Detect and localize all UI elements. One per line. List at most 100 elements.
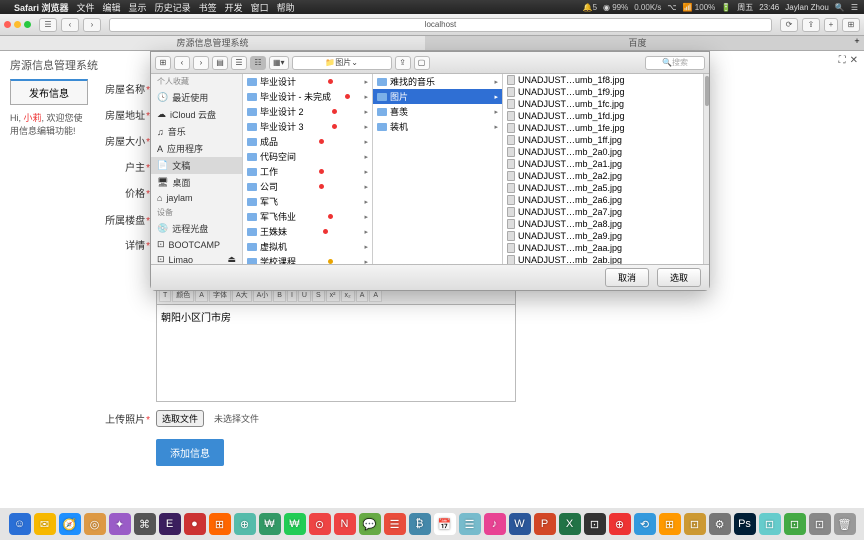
status-notif-icon[interactable]: 🔔5 — [583, 3, 597, 12]
share-icon[interactable]: ⇪ — [802, 18, 820, 32]
file-item[interactable]: UNADJUST…mb_2a7.jpg — [503, 206, 703, 218]
file-item[interactable]: UNADJUST…mb_2a1.jpg — [503, 158, 703, 170]
dock-app[interactable]: ✦ — [109, 513, 131, 535]
file-item[interactable]: UNADJUST…mb_2a0.jpg — [503, 146, 703, 158]
sidebar-item[interactable]: ☁iCloud 云盘 — [151, 106, 242, 123]
dock-app[interactable]: ⊞ — [209, 513, 231, 535]
folder-item[interactable]: 学校课程▸ — [243, 254, 372, 264]
dock-app[interactable]: Ps — [734, 513, 756, 535]
dock-app[interactable]: ₿ — [409, 513, 431, 535]
file-item[interactable]: UNADJUST…mb_2a5.jpg — [503, 182, 703, 194]
picker-search[interactable]: 🔍 搜索 — [645, 56, 705, 70]
window-zoom[interactable] — [24, 21, 31, 28]
editor-btn[interactable]: x₂ — [341, 290, 355, 302]
dock-app[interactable]: ♪ — [484, 513, 506, 535]
picker-view-gallery[interactable]: ▦▾ — [269, 56, 289, 70]
folder-item[interactable]: 装机▸ — [373, 119, 502, 134]
file-item[interactable]: UNADJUST…mb_2a6.jpg — [503, 194, 703, 206]
folder-item[interactable]: 喜羡▸ — [373, 104, 502, 119]
editor-btn[interactable]: A — [356, 290, 369, 302]
dock-app[interactable]: ⊞ — [659, 513, 681, 535]
editor-btn[interactable]: B — [273, 290, 286, 302]
folder-item[interactable]: 虚拟机▸ — [243, 239, 372, 254]
editor-btn[interactable]: U — [298, 290, 311, 302]
dock-app[interactable]: E — [159, 513, 181, 535]
editor-btn[interactable]: 字体 — [209, 290, 231, 302]
picker-action-icon[interactable]: ⇪ — [395, 56, 411, 70]
editor-btn[interactable]: A小 — [253, 290, 273, 302]
fullscreen-icon[interactable]: ⛶ — [839, 55, 846, 66]
dock-app[interactable]: ⊡ — [784, 513, 806, 535]
picker-layout-icon[interactable]: ⊞ — [155, 56, 171, 70]
dock-app[interactable]: W — [509, 513, 531, 535]
menu-help[interactable]: 帮助 — [277, 1, 295, 14]
picker-view-list[interactable]: ☰ — [231, 56, 247, 70]
editor-btn[interactable]: x² — [326, 290, 340, 302]
menu-bookmarks[interactable]: 书签 — [199, 1, 217, 14]
sidebar-item[interactable]: ⊡BOOTCAMP — [151, 237, 242, 252]
picker-location[interactable]: 📁 图片 ⌄ — [292, 56, 392, 70]
dock-app[interactable]: ☺ — [9, 513, 31, 535]
menu-history[interactable]: 历史记录 — [155, 1, 191, 14]
dock-app[interactable]: ⊡ — [759, 513, 781, 535]
sidebar-item[interactable]: 💿远程光盘 — [151, 220, 242, 237]
file-item[interactable]: UNADJUST…umb_1ff.jpg — [503, 134, 703, 146]
file-choose-button[interactable]: 选取文件 — [156, 410, 204, 427]
editor-btn[interactable]: 颜色 — [172, 290, 194, 302]
window-minimize[interactable] — [14, 21, 21, 28]
file-item[interactable]: UNADJUST…mb_2a9.jpg — [503, 230, 703, 242]
submit-button[interactable]: 添加信息 — [156, 439, 224, 466]
dock-app[interactable]: P — [534, 513, 556, 535]
file-item[interactable]: UNADJUST…mb_2a2.jpg — [503, 170, 703, 182]
menu-edit[interactable]: 编辑 — [103, 1, 121, 14]
rich-editor[interactable]: 朝阳小区门市房 — [156, 304, 516, 402]
status-battery[interactable]: ◉ 99% — [603, 3, 628, 12]
new-tab-icon[interactable]: + — [824, 18, 838, 32]
status-battery-icon[interactable]: 🔋 — [721, 3, 731, 12]
picker-back-icon[interactable]: ‹ — [174, 56, 190, 70]
dock-app[interactable]: ⊡ — [684, 513, 706, 535]
dock-app[interactable]: ☰ — [459, 513, 481, 535]
page-close-icon[interactable]: ✕ — [850, 55, 858, 66]
tab-1[interactable]: 房源信息管理系统 — [0, 36, 425, 50]
sidebar-item[interactable]: ⊡Limao⏏ — [151, 252, 242, 264]
dock-app[interactable]: ₩ — [284, 513, 306, 535]
dock-app[interactable]: ⊡ — [809, 513, 831, 535]
folder-item[interactable]: 工作▸ — [243, 164, 372, 179]
form-tab-publish[interactable]: 发布信息 — [10, 79, 88, 105]
folder-item[interactable]: 王姝妹▸ — [243, 224, 372, 239]
dock-app[interactable]: N — [334, 513, 356, 535]
file-item[interactable]: UNADJUST…mb_2aa.jpg — [503, 242, 703, 254]
status-user[interactable]: Jaylan Zhou — [785, 3, 829, 12]
folder-item[interactable]: 毕业设计 2▸ — [243, 104, 372, 119]
folder-item[interactable]: 代码空间▸ — [243, 149, 372, 164]
editor-btn[interactable]: S — [312, 290, 325, 302]
dock-app[interactable]: 🧭 — [59, 513, 81, 535]
reload-icon[interactable]: ⟳ — [780, 18, 798, 32]
editor-btn[interactable]: A大 — [232, 290, 252, 302]
file-item[interactable]: UNADJUST…mb_2ab.jpg — [503, 254, 703, 264]
status-bluetooth-icon[interactable]: ⌥ — [667, 3, 676, 12]
editor-btn[interactable]: A — [195, 290, 208, 302]
dock-app[interactable]: ⊕ — [234, 513, 256, 535]
file-item[interactable]: UNADJUST…umb_1fc.jpg — [503, 98, 703, 110]
tab-add-icon[interactable]: + — [850, 36, 864, 50]
picker-view-icons[interactable]: ▤ — [212, 56, 228, 70]
dock-app[interactable]: ⟲ — [634, 513, 656, 535]
picker-view-columns[interactable]: ☷ — [250, 56, 266, 70]
window-close[interactable] — [4, 21, 11, 28]
editor-btn[interactable]: T — [159, 290, 171, 302]
dock-app[interactable]: X — [559, 513, 581, 535]
dock-app[interactable]: ● — [184, 513, 206, 535]
sidebar-item[interactable]: ⌂jaylam — [151, 191, 242, 205]
folder-item[interactable]: 军飞伟业▸ — [243, 209, 372, 224]
folder-item[interactable]: 毕业设计▸ — [243, 74, 372, 89]
folder-item[interactable]: 毕业设计 3▸ — [243, 119, 372, 134]
editor-btn[interactable]: A — [369, 290, 382, 302]
dock-app[interactable]: 📅 — [434, 513, 456, 535]
file-item[interactable]: UNADJUST…umb_1f8.jpg — [503, 74, 703, 86]
tab-2[interactable]: 百度 — [425, 36, 850, 50]
status-wifi-icon[interactable]: 📶 100% — [683, 3, 716, 12]
menu-develop[interactable]: 开发 — [225, 1, 243, 14]
file-item[interactable]: UNADJUST…mb_2a8.jpg — [503, 218, 703, 230]
